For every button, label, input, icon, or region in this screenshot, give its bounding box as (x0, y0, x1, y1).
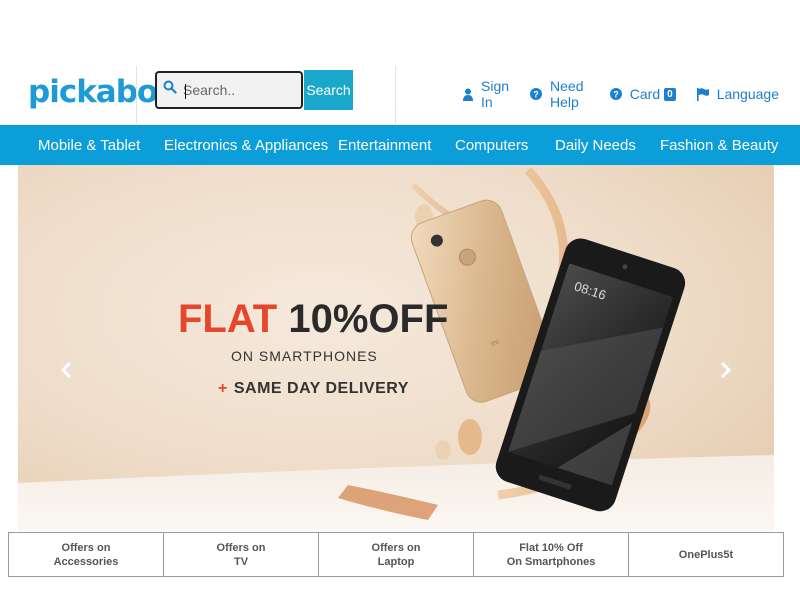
search-button[interactable]: Search (304, 70, 353, 110)
main-nav: Mobile & Tablet Electronics & Appliances… (0, 125, 800, 165)
nav-item-entertainment[interactable]: Entertainment (338, 137, 431, 154)
carousel-prev-arrow-icon[interactable] (60, 361, 72, 379)
offer-tab-tv[interactable]: Offers on TV (164, 533, 319, 576)
sign-in-link[interactable]: Sign In (463, 78, 509, 110)
carousel-next-arrow-icon[interactable] (720, 361, 732, 379)
offer-tab-label: OnePlus5t (678, 548, 734, 561)
promo-subtitle: ON SMARTPHONES (231, 348, 378, 364)
promo-title-rest: 10%OFF (288, 297, 449, 341)
nav-item-computers[interactable]: Computers (455, 137, 528, 154)
need-help-label: Need Help (550, 78, 584, 110)
header-divider (395, 66, 396, 124)
site-header: pickaboo Search Sign In ? Need Help ? Ca… (8, 66, 800, 124)
svg-text:?: ? (613, 90, 619, 100)
offer-tab-label: Offers on Laptop (371, 541, 421, 568)
nav-item-mobile-tablet[interactable]: Mobile & Tablet (38, 137, 140, 154)
card-count-badge: 0 (664, 87, 676, 101)
search-input[interactable] (183, 82, 293, 98)
promo-extra: + SAME DAY DELIVERY (218, 380, 409, 398)
offer-tab-accessories[interactable]: Offers on Accessories (9, 533, 164, 576)
offer-tab-smartphones[interactable]: Flat 10% Off On Smartphones (474, 533, 629, 576)
card-label: Card (629, 86, 661, 102)
hero-carousel[interactable]: mi 08:16 FLAT 10%OFF ON SMARTPHONES + SAM… (18, 165, 774, 531)
flag-icon (696, 87, 709, 101)
promo-extra-label: SAME DAY DELIVERY (233, 380, 409, 397)
header-divider (136, 66, 137, 124)
need-help-link[interactable]: ? Need Help (530, 78, 589, 110)
promo-title: FLAT 10%OFF (178, 297, 448, 342)
offer-tabs: Offers on Accessories Offers on TV Offer… (8, 532, 784, 577)
hero-banner-art: mi 08:16 (18, 166, 774, 531)
help-icon: ? (530, 88, 543, 100)
search-box[interactable] (155, 71, 303, 109)
help-icon: ? (609, 88, 622, 100)
nav-item-daily-needs[interactable]: Daily Needs (555, 137, 636, 154)
text-caret (185, 84, 186, 99)
sign-in-label: Sign In (481, 78, 510, 110)
offer-tab-label: Offers on TV (216, 541, 266, 568)
offer-tab-laptop[interactable]: Offers on Laptop (319, 533, 474, 576)
promo-title-accent: FLAT (178, 297, 278, 341)
nav-item-fashion-beauty[interactable]: Fashion & Beauty (660, 137, 778, 154)
plus-icon: + (218, 380, 228, 397)
search-icon (163, 80, 177, 94)
svg-text:?: ? (533, 90, 539, 100)
offer-tab-label: Offers on Accessories (53, 541, 119, 568)
offer-tab-label: Flat 10% Off On Smartphones (506, 541, 596, 568)
offer-tab-oneplus5t[interactable]: OnePlus5t (629, 533, 783, 576)
card-link[interactable]: ? Card 0 (609, 86, 676, 102)
user-icon (463, 88, 473, 101)
language-label: Language (716, 86, 779, 102)
language-link[interactable]: Language (696, 86, 779, 102)
top-links: Sign In ? Need Help ? Card 0 Language (463, 78, 800, 110)
nav-item-electronics-appliances[interactable]: Electronics & Appliances (164, 137, 328, 154)
